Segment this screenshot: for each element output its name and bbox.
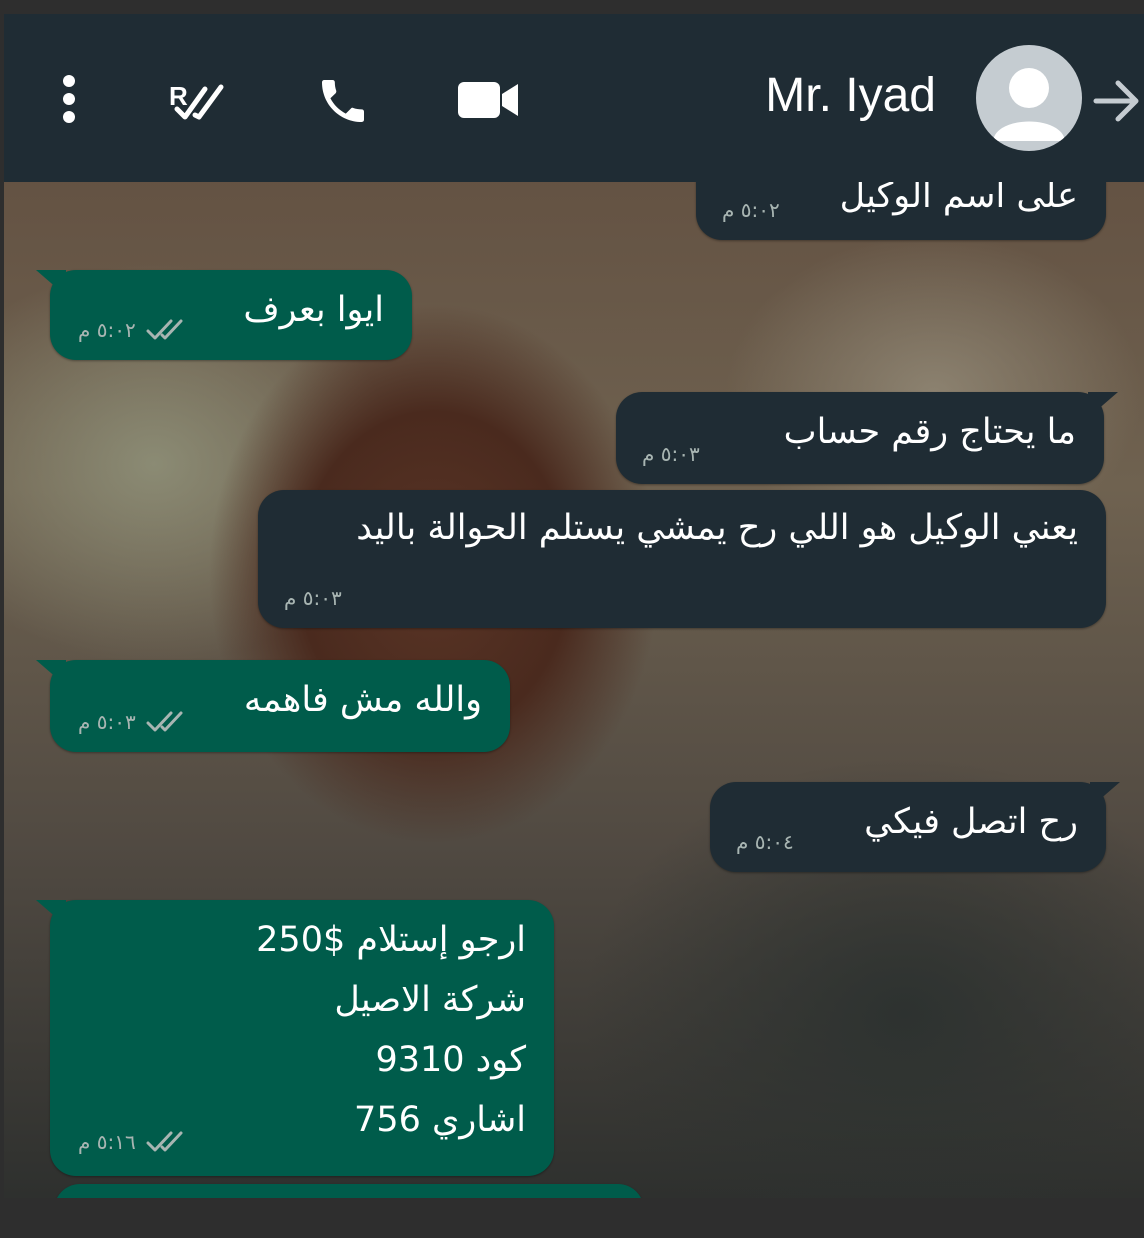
message-line: كود 9310 [375,1040,526,1080]
more-vert-icon[interactable] [44,72,94,126]
read-receipt-icon [146,711,183,732]
message-outgoing[interactable]: والله مش فاهمه ٥:٠٣ م [36,660,510,752]
message-time: ٥:١٦ م [78,1130,136,1154]
message-line: اشاري 756 [354,1100,526,1140]
message-incoming[interactable]: رح اتصل فيكي ٥:٠٤ م [710,782,1120,872]
message-outgoing-partial[interactable] [54,1184,644,1198]
message-text: يعني الوكيل هو اللي رح يمشي يستلم الحوال… [356,508,1078,548]
phone-icon[interactable] [310,70,376,132]
video-call-icon[interactable] [454,78,524,122]
message-time: ٥:٠٢ م [78,318,136,342]
message-time: ٥:٠٣ م [284,586,342,610]
bubble-tail [36,660,66,686]
message-meta: ٥:٠٢ م [722,198,780,222]
read-receipt-icon [146,1131,183,1152]
avatar-icon[interactable] [976,45,1082,151]
message-line: شركة الاصيل [334,980,526,1020]
message-time: ٥:٠٤ م [736,830,794,854]
message-meta: ٥:٠٣ م [642,442,700,466]
read-receipt-icon [146,319,183,340]
message-text: رح اتصل فيكي [864,802,1078,842]
message-outgoing[interactable]: ايوا بعرف ٥:٠٢ م [36,270,412,360]
message-outgoing[interactable]: ارجو إستلام $250 شركة الاصيل كود 9310 اش… [36,900,554,1176]
message-meta: ٥:٠٢ م [78,318,190,342]
message-incoming[interactable]: يعني الوكيل هو اللي رح يمشي يستلم الحوال… [258,490,1106,628]
contact-name[interactable]: Mr. Iyad [765,68,936,123]
bubble-tail [36,270,66,296]
mark-read-icon[interactable]: R [160,72,236,126]
message-meta: ٥:٠٣ م [78,710,190,734]
message-text: ما يحتاج رقم حساب [783,412,1076,452]
message-time: ٥:٠٢ م [722,198,780,222]
message-meta: ٥:٠٤ م [736,830,794,854]
message-line: ارجو إستلام $250 [256,920,526,960]
chat-screen: على اسم الوكيل ٥:٠٢ م ايوا بعرف ٥:٠٢ م م… [4,14,1144,1198]
message-text: على اسم الوكيل [839,176,1078,216]
message-text: ايوا بعرف [243,290,384,330]
message-text: والله مش فاهمه [243,680,482,720]
chat-header: R Mr. Iyad [4,14,1144,182]
forward-arrow-icon[interactable] [1090,74,1144,128]
bubble-tail [36,900,66,926]
message-time: ٥:٠٣ م [642,442,700,466]
bubble-tail [1090,782,1120,808]
message-time: ٥:٠٣ م [78,710,136,734]
bubble-tail [1088,392,1118,418]
message-incoming[interactable]: ما يحتاج رقم حساب ٥:٠٣ م [616,392,1118,484]
message-meta: ٥:١٦ م [78,1130,190,1154]
message-meta: ٥:٠٣ م [284,586,342,610]
svg-text:R: R [169,81,188,111]
message-list[interactable]: على اسم الوكيل ٥:٠٢ م ايوا بعرف ٥:٠٢ م م… [4,14,1144,1198]
